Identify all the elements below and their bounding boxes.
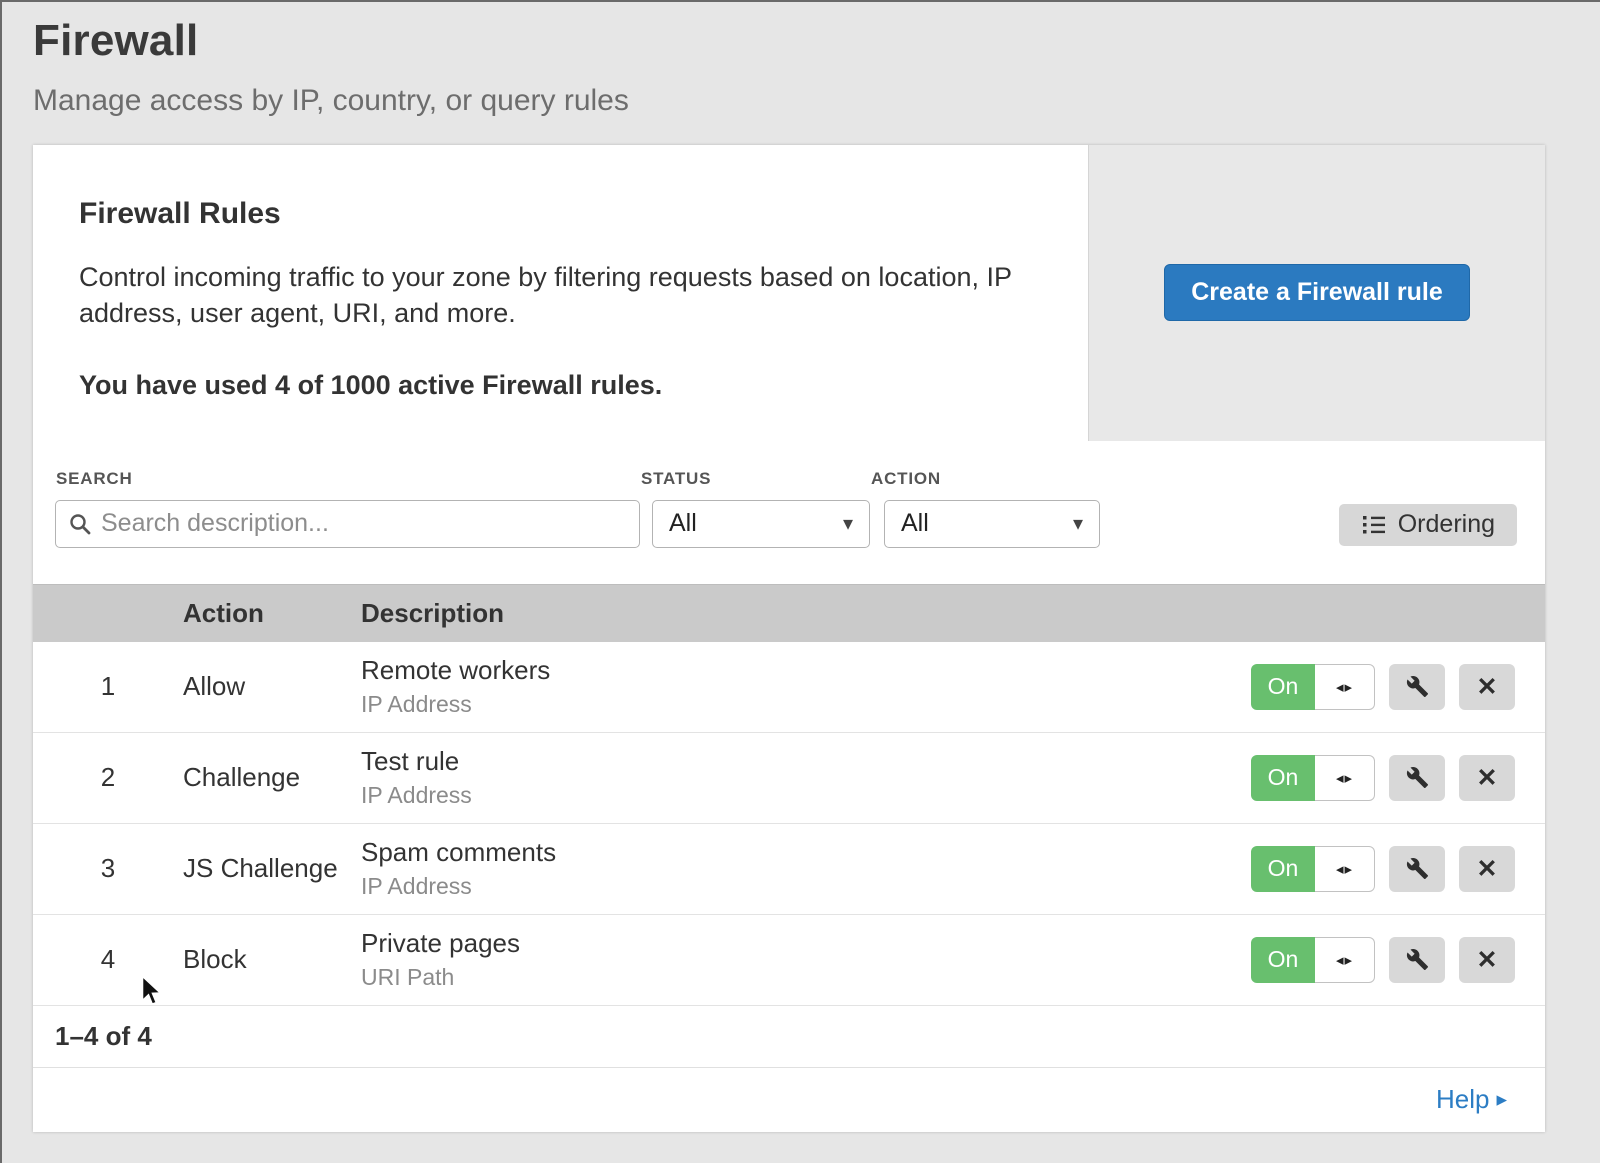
row-index: 2 [33, 762, 183, 793]
table-row: 4 Block Private pages URI Path On ◂▸ ✕ [33, 915, 1545, 1006]
row-controls: On ◂▸ ✕ [1235, 664, 1545, 710]
page-subtitle: Manage access by IP, country, or query r… [33, 84, 1600, 118]
search-icon [68, 512, 92, 536]
wrench-icon [1406, 675, 1429, 698]
table-row: 2 Challenge Test rule IP Address On ◂▸ ✕ [33, 733, 1545, 824]
chevron-down-icon: ▾ [1073, 511, 1083, 536]
help-link[interactable]: Help ▸ [1436, 1084, 1507, 1115]
search-input[interactable] [101, 509, 627, 538]
toggle-arrows-icon: ◂▸ [1315, 846, 1375, 892]
rule-description: Test rule [361, 746, 1235, 777]
firewall-rules-card: Firewall Rules Control incoming traffic … [33, 145, 1545, 1132]
row-description: Private pages URI Path [361, 928, 1235, 991]
ordering-button[interactable]: Ordering [1339, 504, 1517, 546]
row-controls: On ◂▸ ✕ [1235, 937, 1545, 983]
table-header: Action Description [33, 584, 1545, 642]
filter-bar: SEARCH STATUS All ▾ ACTION [33, 441, 1545, 584]
edit-rule-button[interactable] [1389, 937, 1445, 983]
close-icon: ✕ [1477, 945, 1498, 975]
row-index: 3 [33, 853, 183, 884]
row-action: JS Challenge [183, 853, 361, 884]
table-row: 1 Allow Remote workers IP Address On ◂▸ … [33, 642, 1545, 733]
rule-match-type: IP Address [361, 691, 1235, 718]
row-controls: On ◂▸ ✕ [1235, 846, 1545, 892]
help-row: Help ▸ [33, 1068, 1545, 1132]
action-select[interactable]: All ▾ [884, 500, 1100, 548]
row-index: 1 [33, 671, 183, 702]
row-index: 4 [33, 944, 183, 975]
toggle-state-label: On [1251, 846, 1315, 892]
rule-description: Remote workers [361, 655, 1235, 686]
card-header: Firewall Rules Control incoming traffic … [33, 145, 1545, 441]
status-select-value: All [669, 509, 697, 538]
chevron-down-icon: ▾ [843, 511, 853, 536]
search-label: SEARCH [56, 469, 640, 489]
rule-match-type: IP Address [361, 782, 1235, 809]
card-header-side: Create a Firewall rule [1088, 145, 1545, 441]
help-arrow-icon: ▸ [1496, 1087, 1507, 1112]
action-select-value: All [901, 509, 929, 538]
delete-rule-button[interactable]: ✕ [1459, 755, 1515, 801]
toggle-state-label: On [1251, 664, 1315, 710]
edit-rule-button[interactable] [1389, 846, 1445, 892]
toggle-arrows-icon: ◂▸ [1315, 937, 1375, 983]
table-row: 3 JS Challenge Spam comments IP Address … [33, 824, 1545, 915]
rule-match-type: URI Path [361, 964, 1235, 991]
status-select[interactable]: All ▾ [652, 500, 870, 548]
search-box [55, 500, 640, 548]
status-label: STATUS [641, 469, 870, 489]
close-icon: ✕ [1477, 672, 1498, 702]
rule-enabled-toggle[interactable]: On ◂▸ [1251, 664, 1375, 710]
rule-enabled-toggle[interactable]: On ◂▸ [1251, 755, 1375, 801]
page-title: Firewall [33, 16, 1600, 66]
toggle-arrows-icon: ◂▸ [1315, 664, 1375, 710]
help-link-label: Help [1436, 1084, 1489, 1115]
rule-enabled-toggle[interactable]: On ◂▸ [1251, 937, 1375, 983]
delete-rule-button[interactable]: ✕ [1459, 846, 1515, 892]
toggle-state-label: On [1251, 937, 1315, 983]
wrench-icon [1406, 766, 1429, 789]
row-controls: On ◂▸ ✕ [1235, 755, 1545, 801]
row-action: Block [183, 944, 361, 975]
page-header: Firewall Manage access by IP, country, o… [0, 0, 1600, 118]
card-description: Control incoming traffic to your zone by… [79, 259, 1029, 332]
card-heading: Firewall Rules [79, 197, 1042, 231]
status-filter: STATUS All ▾ [640, 469, 870, 548]
search-filter: SEARCH [55, 469, 640, 548]
create-firewall-rule-button[interactable]: Create a Firewall rule [1164, 264, 1470, 321]
rule-enabled-toggle[interactable]: On ◂▸ [1251, 846, 1375, 892]
column-action: Action [183, 598, 361, 629]
toggle-state-label: On [1251, 755, 1315, 801]
action-label: ACTION [871, 469, 1100, 489]
row-action: Challenge [183, 762, 361, 793]
ordering-button-label: Ordering [1398, 510, 1495, 539]
edit-rule-button[interactable] [1389, 664, 1445, 710]
delete-rule-button[interactable]: ✕ [1459, 937, 1515, 983]
action-filter: ACTION All ▾ [870, 469, 1100, 548]
rule-match-type: IP Address [361, 873, 1235, 900]
close-icon: ✕ [1477, 854, 1498, 884]
row-description: Spam comments IP Address [361, 837, 1235, 900]
toggle-arrows-icon: ◂▸ [1315, 755, 1375, 801]
row-action: Allow [183, 671, 361, 702]
delete-rule-button[interactable]: ✕ [1459, 664, 1515, 710]
firewall-page: Firewall Manage access by IP, country, o… [0, 0, 1600, 1163]
rule-description: Private pages [361, 928, 1235, 959]
edit-rule-button[interactable] [1389, 755, 1445, 801]
row-description: Test rule IP Address [361, 746, 1235, 809]
wrench-icon [1406, 948, 1429, 971]
column-description: Description [361, 598, 1545, 629]
usage-text: You have used 4 of 1000 active Firewall … [79, 370, 1042, 401]
rule-description: Spam comments [361, 837, 1235, 868]
card-header-main: Firewall Rules Control incoming traffic … [33, 145, 1088, 441]
ordered-list-icon [1361, 513, 1387, 537]
row-description: Remote workers IP Address [361, 655, 1235, 718]
wrench-icon [1406, 857, 1429, 880]
close-icon: ✕ [1477, 763, 1498, 793]
pagination-summary: 1–4 of 4 [33, 1006, 1545, 1068]
